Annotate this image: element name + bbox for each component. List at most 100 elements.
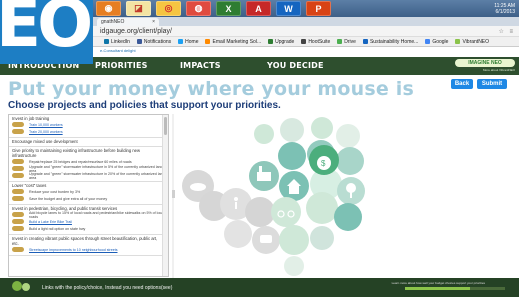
nav-impacts[interactable]: IMPACTS xyxy=(180,61,221,70)
screen: ◉ ◪ ◎ ◍ X A W P 11:25 AM 6/1/2013 EO gna… xyxy=(0,0,519,297)
firefox-icon[interactable]: ◉ xyxy=(96,1,121,16)
bookmark-home[interactable]: Home xyxy=(178,39,198,45)
bubble[interactable] xyxy=(224,220,252,248)
group-title[interactable]: Encourage mixed use development xyxy=(12,139,165,144)
list-item[interactable]: Save the budget and give extra all of yo… xyxy=(12,195,165,202)
nav-you-decide[interactable]: YOU DECIDE xyxy=(267,61,324,70)
drive-icon xyxy=(337,39,343,44)
twitter-icon xyxy=(178,39,184,44)
money-icon xyxy=(12,247,24,252)
splitter-handle[interactable] xyxy=(172,190,175,198)
list-item[interactable]: Build a Lake Erie Bike Trail xyxy=(12,218,165,225)
star-icon[interactable]: ☆ ≡ xyxy=(498,28,515,35)
excel-icon[interactable]: X xyxy=(216,1,241,16)
chrome-icon[interactable]: ◎ xyxy=(156,1,181,16)
acrobat-icon[interactable]: A xyxy=(246,1,271,16)
list-item[interactable]: Train 10,000 workers xyxy=(12,121,165,128)
money-icon xyxy=(12,159,24,164)
list-item[interactable]: Upgrade and "green" stormwater infrastru… xyxy=(12,172,165,180)
group-title: Give priority to maintaining existing in… xyxy=(12,148,141,158)
money-icon xyxy=(12,166,24,171)
budget-progress-bar xyxy=(405,287,505,290)
back-button[interactable]: Back xyxy=(451,79,473,89)
bubble[interactable] xyxy=(254,124,274,144)
list-item[interactable]: Build a light rail option on state hwy xyxy=(12,225,165,232)
clock[interactable]: 11:25 AM 6/1/2013 xyxy=(494,3,515,15)
email-icon xyxy=(205,39,211,44)
logo-text: EO xyxy=(0,0,93,62)
list-item[interactable]: Streetscape improvements to 10 neighbour… xyxy=(12,246,165,253)
bubble[interactable] xyxy=(279,225,309,255)
linkedin-icon xyxy=(104,39,109,44)
url-text[interactable]: idgauge.org/client/play/ xyxy=(100,28,172,35)
bookmark-vibrantneo[interactable]: VibrantNEO xyxy=(455,39,489,45)
system-tray: 11:25 AM 6/1/2013 xyxy=(449,0,519,17)
bookmark-notifications[interactable]: Notifications xyxy=(136,39,171,45)
money-icon xyxy=(12,212,24,217)
bubble[interactable] xyxy=(311,117,333,139)
tab-title: gnathNEO xyxy=(101,19,125,25)
bookmark-email-marketing[interactable]: Email Marketing Sol... xyxy=(205,39,261,45)
vibrantneo-icon xyxy=(455,39,461,44)
tab-close-icon[interactable]: × xyxy=(152,19,155,25)
money-icon xyxy=(12,173,24,178)
bubble[interactable] xyxy=(310,226,334,250)
list-group: Lower "cost" taxes Reduce your cost burd… xyxy=(9,182,168,205)
bubble[interactable] xyxy=(306,192,338,224)
money-icon xyxy=(12,219,24,224)
footer-text: Links with the policy/choice, Instead yo… xyxy=(42,285,173,291)
page-header: Put your money where your mouse is Choos… xyxy=(0,75,519,115)
cloud-icon xyxy=(190,183,206,191)
clock-date: 6/1/2013 xyxy=(495,8,515,15)
priority-circles: $ xyxy=(182,117,365,276)
page-title: Put your money where your mouse is xyxy=(8,78,414,100)
list-item[interactable]: Add bicycle lanes to 15% of local roads … xyxy=(12,211,165,219)
bubble[interactable] xyxy=(334,203,362,231)
word-icon[interactable]: W xyxy=(276,1,301,16)
group-title: Invest in creating vibrant public spaces… xyxy=(12,236,158,246)
list-item[interactable]: Train 20,000 workers xyxy=(12,128,165,135)
imagine-neo-logo[interactable]: IMAGINE NEO xyxy=(455,59,515,67)
bubble[interactable] xyxy=(284,256,304,276)
eo-logo: EO xyxy=(0,0,93,64)
chrome-window-icon[interactable]: ◍ xyxy=(186,1,211,16)
leaf-icon xyxy=(12,281,22,291)
footer-help-text: Learn more about how well your budget ch… xyxy=(391,281,485,285)
paint-icon[interactable]: ◪ xyxy=(126,1,151,16)
bookmark-hootsuite[interactable]: HootSuite xyxy=(301,39,330,45)
bookmark-upgrade[interactable]: Upgrade xyxy=(268,39,294,45)
list-group: Give priority to maintaining existing in… xyxy=(9,147,168,182)
submit-button[interactable]: Submit xyxy=(477,79,507,89)
list-item[interactable]: Reduce your cost burden by 3% xyxy=(12,188,165,195)
powerpoint-icon[interactable]: P xyxy=(306,1,331,16)
bubble[interactable] xyxy=(245,197,275,227)
list-group: Encourage mixed use development xyxy=(9,138,168,147)
list-scrollbar[interactable] xyxy=(162,115,168,276)
browser-tab[interactable]: gnathNEO × xyxy=(97,18,159,26)
list-group: Invest in creating vibrant public spaces… xyxy=(9,235,168,256)
bubble[interactable] xyxy=(336,124,360,148)
scrollbar-thumb[interactable] xyxy=(164,117,167,135)
bubble[interactable] xyxy=(278,142,306,170)
nav-priorities[interactable]: PRIORITIES xyxy=(95,61,148,70)
page-subtitle-link[interactable]: e-Consultant delight xyxy=(100,48,136,53)
bookmark-drive[interactable]: Drive xyxy=(337,39,356,45)
list-group: Invest in job training Train 10,000 work… xyxy=(9,115,168,138)
money-icon xyxy=(12,189,24,194)
money-icon xyxy=(12,226,24,231)
bus-icon xyxy=(260,235,272,243)
bookmark-google[interactable]: Google xyxy=(425,39,448,45)
google-icon xyxy=(425,39,431,44)
bookmark-sustainability[interactable]: Sustainability Home... xyxy=(362,39,418,45)
footer-bar: Links with the policy/choice, Instead yo… xyxy=(0,278,519,297)
bookmark-linkedin[interactable]: LinkedIn xyxy=(104,39,130,45)
bubble[interactable] xyxy=(271,197,301,227)
bubble[interactable] xyxy=(280,118,304,142)
upgrade-icon xyxy=(268,39,274,44)
money-icon xyxy=(12,196,24,201)
money-bag-icon: $ xyxy=(317,156,331,170)
list-group: Invest in pedestrian, bicycling, and pub… xyxy=(9,205,168,235)
page-subtitle: Choose projects and policies that suppor… xyxy=(8,100,281,111)
brand-subtitle[interactable]: More about VibrantNEO xyxy=(483,68,515,72)
bubble[interactable] xyxy=(336,147,364,175)
